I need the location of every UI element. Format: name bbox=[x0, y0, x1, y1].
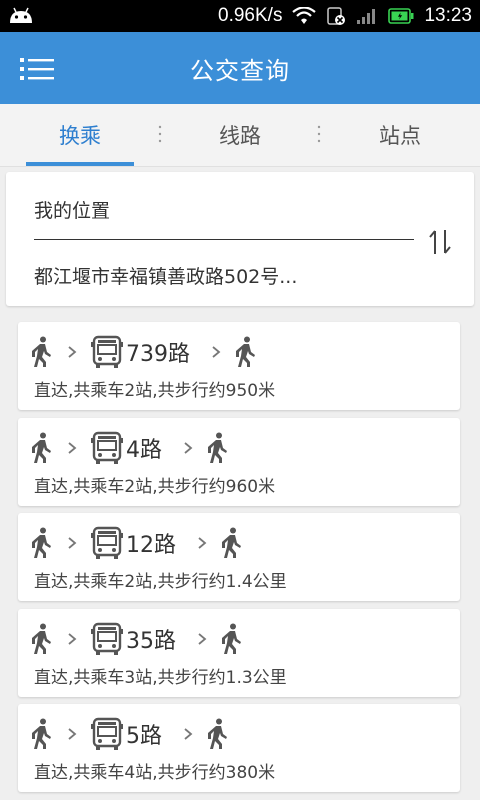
swap-icon[interactable] bbox=[424, 226, 456, 258]
route-summary: 直达,共乘车2站,共步行约960米 bbox=[34, 476, 276, 497]
battery-icon bbox=[388, 8, 414, 24]
tab-label: 换乘 bbox=[59, 124, 101, 148]
app-bar: 公交查询 bbox=[0, 32, 480, 104]
clock: 13:23 bbox=[424, 5, 472, 26]
tab-divider bbox=[158, 125, 162, 143]
chevron-right-icon bbox=[68, 728, 77, 740]
page-title: 公交查询 bbox=[190, 56, 290, 85]
bus-line-name: 4路 bbox=[126, 437, 162, 463]
route-result-card[interactable]: 35路 直达,共乘车3站,共步行约1.3公里 bbox=[18, 608, 460, 697]
walk-icon bbox=[32, 432, 51, 463]
field-divider bbox=[34, 239, 414, 240]
wifi-icon bbox=[292, 7, 317, 24]
tab-lines[interactable]: 线路 bbox=[160, 104, 320, 166]
chevron-right-icon bbox=[212, 346, 221, 358]
chevron-right-icon bbox=[184, 441, 193, 454]
chevron-right-icon bbox=[68, 441, 77, 454]
walk-icon bbox=[32, 336, 51, 367]
route-result-card[interactable]: 5路 直达,共乘车4站,共步行约380米 bbox=[18, 704, 460, 792]
destination-field[interactable]: 都江堰市幸福镇善政路502号... bbox=[34, 262, 297, 289]
route-summary: 直达,共乘车4站,共步行约380米 bbox=[34, 763, 276, 783]
chevron-right-icon bbox=[68, 346, 77, 358]
bus-icon bbox=[91, 335, 123, 368]
bus-icon bbox=[91, 717, 123, 750]
tab-transfer[interactable]: 换乘 bbox=[0, 104, 160, 166]
sim-icon bbox=[327, 7, 346, 25]
route-result-card[interactable]: 4路 直达,共乘车2站,共步行约960米 bbox=[18, 417, 460, 506]
chevron-right-icon bbox=[198, 537, 207, 549]
bus-line-name: 739路 bbox=[126, 342, 190, 367]
route-input-card: 我的位置 都江堰市幸福镇善政路502号... bbox=[6, 172, 474, 306]
walk-icon bbox=[208, 432, 227, 463]
chevron-right-icon bbox=[198, 632, 207, 645]
route-result-card[interactable]: 12路 直达,共乘车2站,共步行约1.4公里 bbox=[18, 513, 460, 601]
bus-line-name: 35路 bbox=[126, 628, 176, 654]
chevron-right-icon bbox=[68, 537, 77, 549]
android-icon bbox=[10, 7, 32, 23]
tab-divider bbox=[317, 125, 321, 143]
route-summary: 直达,共乘车3站,共步行约1.3公里 bbox=[34, 667, 287, 688]
bus-line-name: 5路 bbox=[126, 724, 162, 749]
bus-icon bbox=[91, 622, 123, 655]
walk-icon bbox=[208, 718, 227, 749]
route-result-card[interactable]: 739路 直达,共乘车2站,共步行约950米 bbox=[18, 322, 460, 410]
tab-label: 线路 bbox=[219, 124, 261, 148]
walk-icon bbox=[32, 623, 51, 654]
tab-bar: 换乘 线路 站点 bbox=[0, 104, 480, 167]
bus-line-name: 12路 bbox=[126, 533, 176, 558]
menu-icon[interactable] bbox=[20, 56, 56, 82]
signal-icon bbox=[357, 9, 376, 24]
origin-field[interactable]: 我的位置 bbox=[34, 196, 110, 223]
status-bar: 0.96K/s 13:23 bbox=[0, 0, 480, 32]
tab-stations[interactable]: 站点 bbox=[320, 104, 480, 166]
bus-icon bbox=[91, 431, 123, 464]
route-summary: 直达,共乘车2站,共步行约950米 bbox=[34, 381, 276, 401]
chevron-right-icon bbox=[68, 632, 77, 645]
walk-icon bbox=[222, 623, 241, 654]
bus-icon bbox=[91, 526, 123, 559]
walk-icon bbox=[236, 336, 255, 367]
walk-icon bbox=[32, 527, 51, 558]
chevron-right-icon bbox=[184, 728, 193, 740]
route-summary: 直达,共乘车2站,共步行约1.4公里 bbox=[34, 572, 287, 592]
walk-icon bbox=[32, 718, 51, 749]
tab-label: 站点 bbox=[379, 124, 421, 148]
network-speed: 0.96K/s bbox=[218, 5, 283, 26]
walk-icon bbox=[222, 527, 241, 558]
